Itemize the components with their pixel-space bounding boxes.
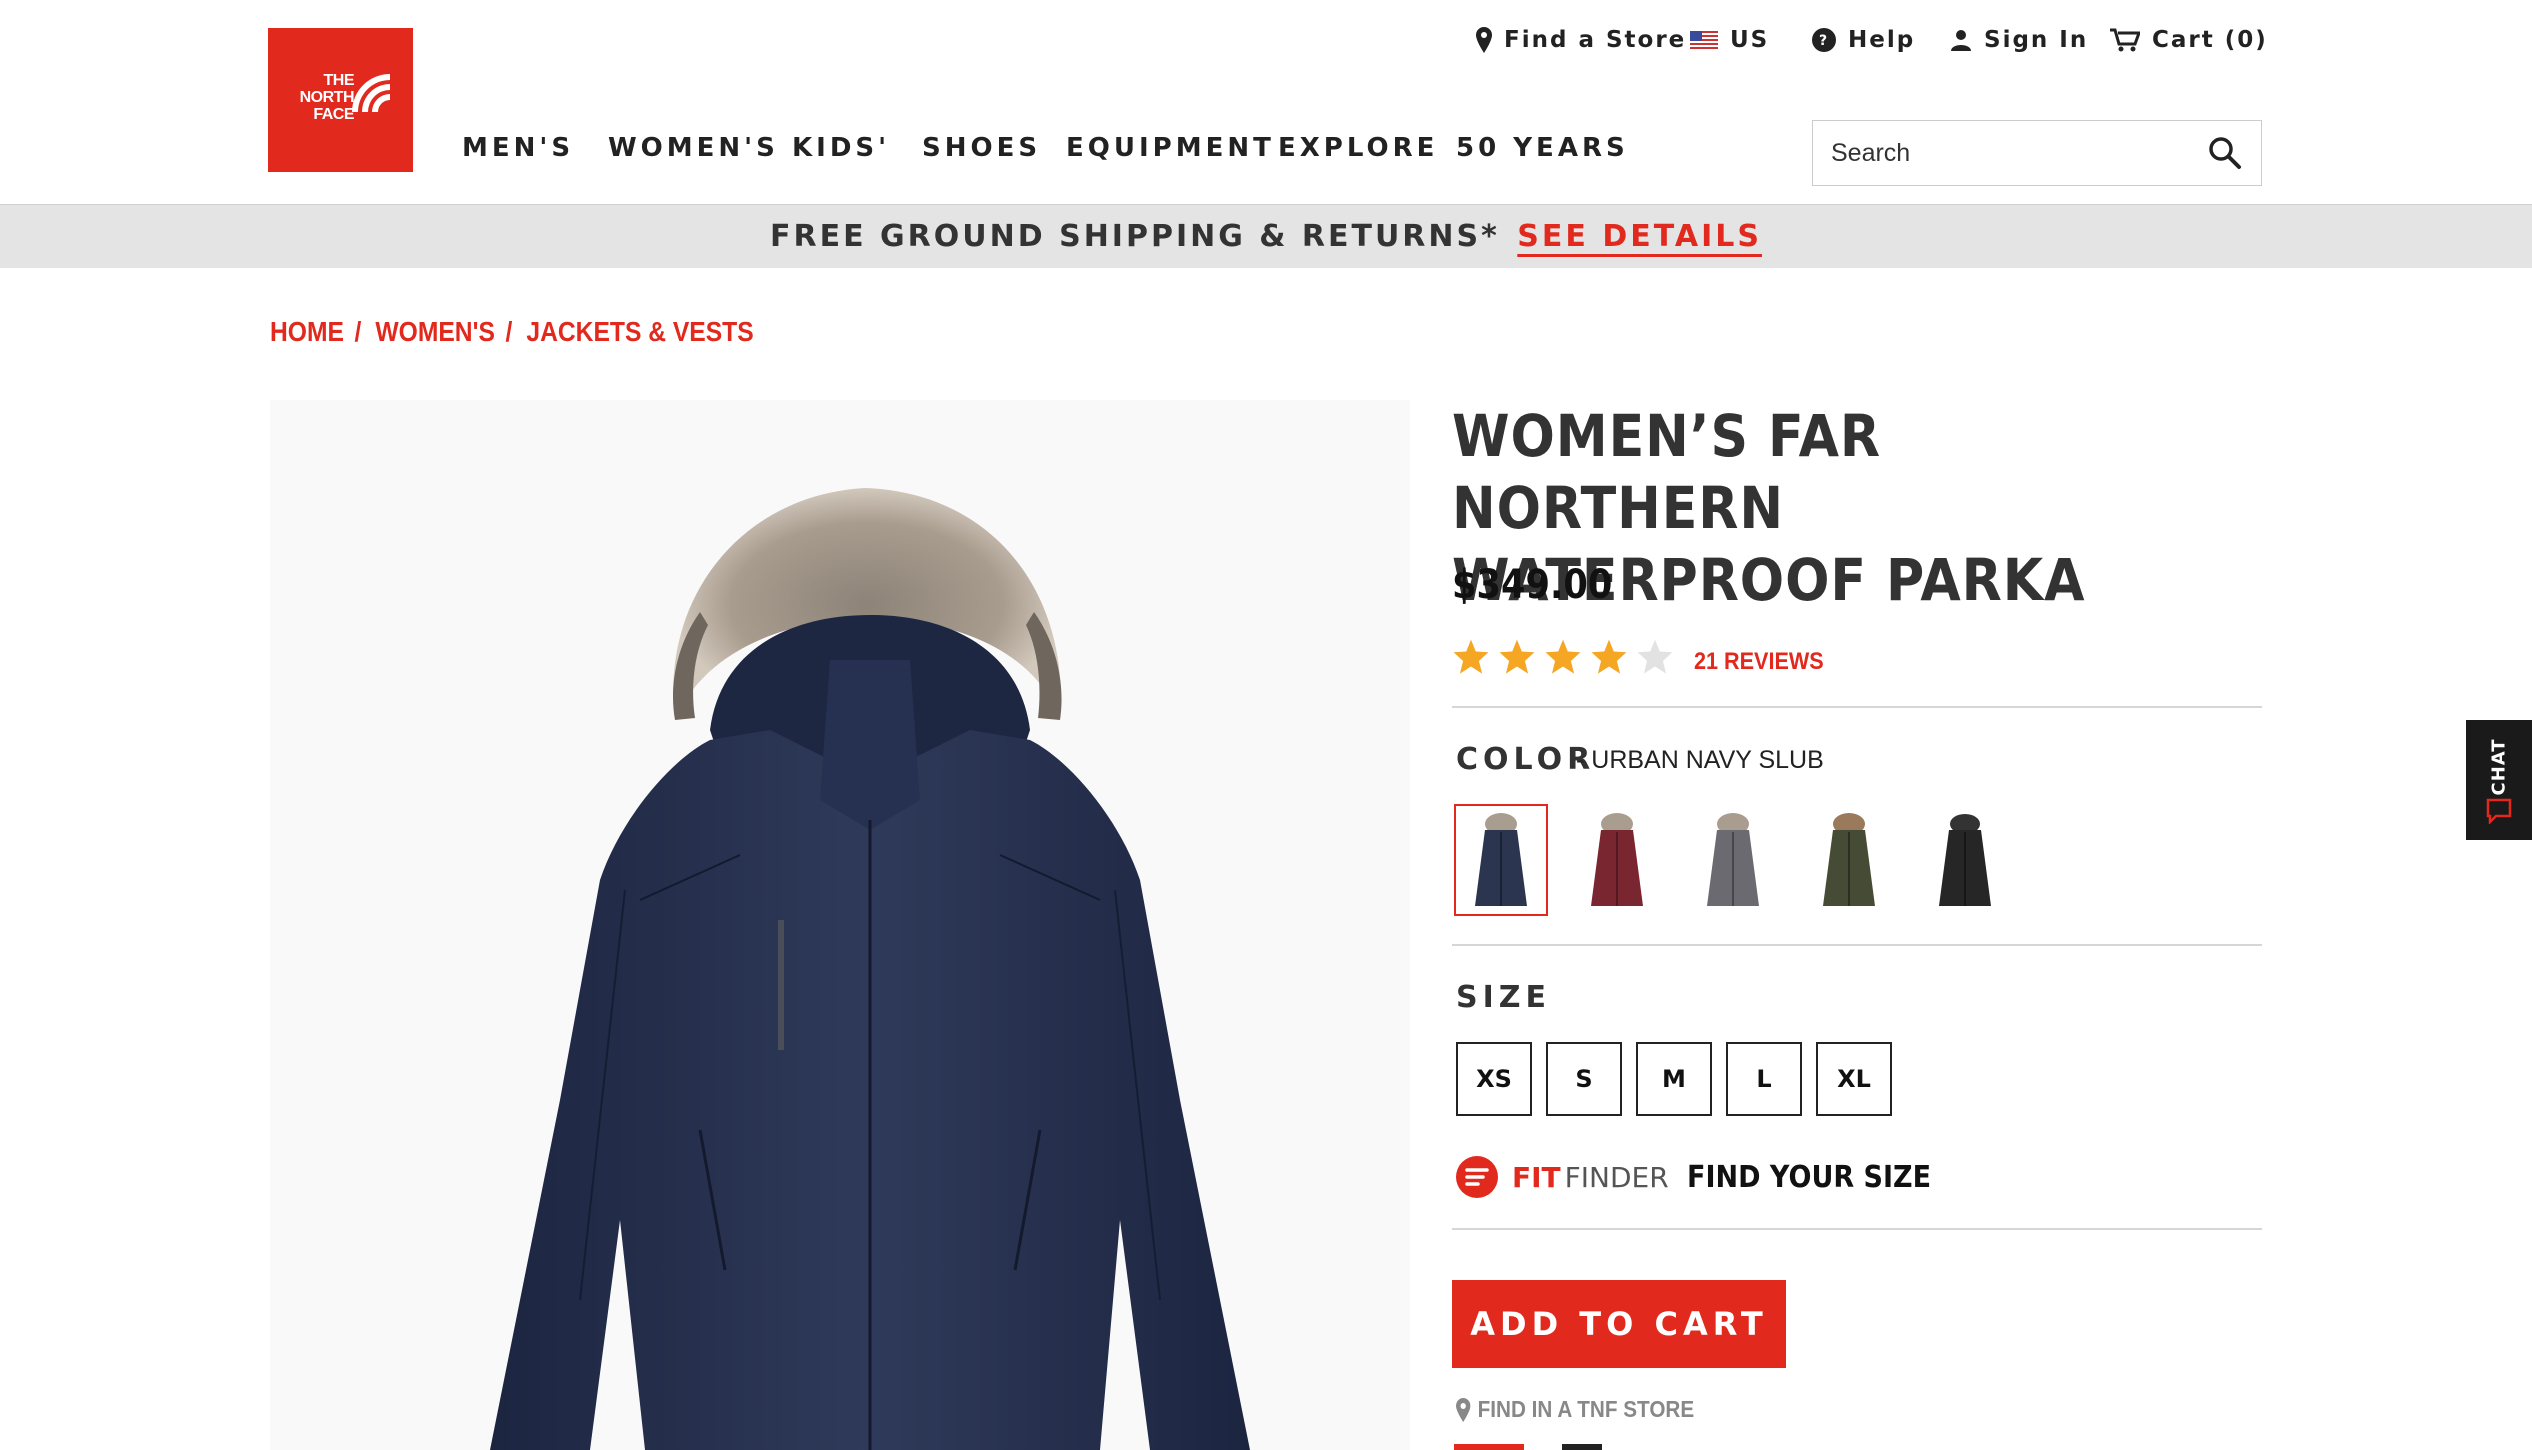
help-label: Help [1848, 27, 1916, 53]
breadcrumb-womens[interactable]: WOMEN'S [375, 316, 494, 348]
nav-50-years[interactable]: 50 YEARS [1456, 128, 1626, 168]
divider [1452, 706, 2262, 708]
fit-finder-finder: FINDER [1564, 1160, 1669, 1194]
find-store-link[interactable]: Find a Store [1476, 22, 1686, 58]
chat-tab[interactable]: CHAT [2466, 720, 2532, 840]
color-label: COLOR [1456, 742, 1596, 777]
brand-logo[interactable]: THE NORTH FACE [268, 28, 413, 172]
sign-in-label: Sign In [1984, 27, 2089, 53]
swatch-olive[interactable] [1802, 804, 1896, 916]
chat-bubble-icon [2486, 798, 2512, 824]
cart-icon [2110, 28, 2140, 52]
help-circle-icon: ? [1812, 28, 1836, 52]
reviews-link[interactable]: 21 REVIEWS [1694, 648, 1824, 676]
region-selector[interactable]: US [1690, 22, 1769, 58]
search-icon[interactable] [2207, 135, 2243, 171]
breadcrumb-home[interactable]: HOME [270, 316, 344, 348]
promo-bar: FREE GROUND SHIPPING & RETURNS* SEE DETA… [0, 204, 2532, 268]
breadcrumb-separator: / [354, 316, 362, 347]
main-nav: MEN'S WOMEN'S KIDS' SHOES EQUIPMENT EXPL… [462, 128, 1626, 168]
svg-text:?: ? [1819, 33, 1829, 49]
breadcrumb-separator: / [505, 316, 513, 347]
swatch-thumbnail [1591, 813, 1643, 906]
star-icon-filled [1591, 639, 1627, 674]
find-in-store-label: FIND IN A TNF STORE [1477, 1396, 1695, 1422]
color-swatches [1454, 804, 2012, 916]
us-flag-icon [1690, 31, 1718, 49]
nav-womens[interactable]: WOMEN'S [608, 128, 792, 168]
half-dome-icon [352, 74, 390, 112]
region-label: US [1730, 27, 1770, 53]
star-icon-filled [1453, 639, 1489, 674]
sign-in-link[interactable]: Sign In [1950, 22, 2088, 58]
nav-equipment[interactable]: EQUIPMENT [1066, 128, 1278, 168]
cart-label: Cart (0) [2152, 27, 2268, 53]
find-your-size-label: FIND YOUR SIZE [1686, 1159, 1931, 1195]
swatch-thumbnail [1823, 813, 1875, 906]
size-label: SIZE [1456, 980, 1552, 1015]
size-m[interactable]: M [1636, 1042, 1712, 1116]
map-pin-icon [1476, 27, 1492, 53]
size-xs[interactable]: XS [1456, 1042, 1532, 1116]
star-icon-filled [1545, 639, 1581, 674]
selected-color-name: - URBAN NAVY SLUB [1576, 746, 1824, 774]
search-box [1812, 120, 2262, 186]
promo-text: FREE GROUND SHIPPING & RETURNS* [770, 219, 1500, 254]
breadcrumb: HOME / WOMEN'S / JACKETS & VESTS [270, 316, 754, 348]
breadcrumb-jackets-vests[interactable]: JACKETS & VESTS [526, 316, 753, 348]
swatch-thumbnail [1475, 813, 1527, 906]
fit-finder-fit: FIT [1512, 1160, 1561, 1194]
see-details-link[interactable]: SEE DETAILS [1517, 219, 1762, 254]
swatch-thumbnail [1707, 813, 1759, 906]
find-store-label: Find a Store [1504, 27, 1687, 53]
fit-finder-icon [1456, 1156, 1498, 1198]
size-options: XS S M L XL [1456, 1042, 1892, 1116]
swatch-thumbnail [1939, 814, 1991, 906]
cart-link[interactable]: Cart (0) [2110, 22, 2268, 58]
product-price: $349.00 [1452, 562, 1613, 608]
find-in-store-link[interactable]: FIND IN A TNF STORE [1456, 1396, 1694, 1423]
product-title-line-1: WOMEN’S FAR NORTHERN [1452, 402, 1882, 542]
star-icon-filled [1499, 639, 1535, 674]
site-header: THE NORTH FACE Find a Store US ? Help Si… [0, 0, 2532, 204]
chat-label: CHAT [2488, 738, 2510, 796]
star-icon-empty [1637, 639, 1673, 674]
swatch-urban-navy[interactable] [1454, 804, 1548, 916]
swatch-black[interactable] [1918, 804, 2012, 916]
nav-explore[interactable]: EXPLORE [1278, 128, 1456, 168]
divider [1452, 1228, 2262, 1230]
rating-stars[interactable] [1452, 638, 1674, 676]
product-image[interactable] [270, 400, 1410, 1450]
add-to-cart-button[interactable]: ADD TO CART [1452, 1280, 1786, 1368]
nav-shoes[interactable]: SHOES [922, 128, 1066, 168]
help-link[interactable]: ? Help [1812, 22, 1915, 58]
nav-kids[interactable]: KIDS' [792, 128, 922, 168]
swatch-grey[interactable] [1686, 804, 1780, 916]
partially-visible-logo [1452, 1440, 1632, 1450]
parka-image [490, 488, 1250, 1450]
size-l[interactable]: L [1726, 1042, 1802, 1116]
size-xl[interactable]: XL [1816, 1042, 1892, 1116]
logo-wordmark: THE NORTH FACE [299, 72, 355, 123]
swatch-red[interactable] [1570, 804, 1664, 916]
user-icon [1951, 30, 1971, 51]
divider [1452, 944, 2262, 946]
map-pin-icon [1456, 1397, 1471, 1422]
fit-finder-link[interactable]: FIT FINDER FIND YOUR SIZE [1456, 1156, 1958, 1198]
nav-mens[interactable]: MEN'S [462, 128, 608, 168]
size-s[interactable]: S [1546, 1042, 1622, 1116]
search-input[interactable] [1831, 133, 2191, 173]
